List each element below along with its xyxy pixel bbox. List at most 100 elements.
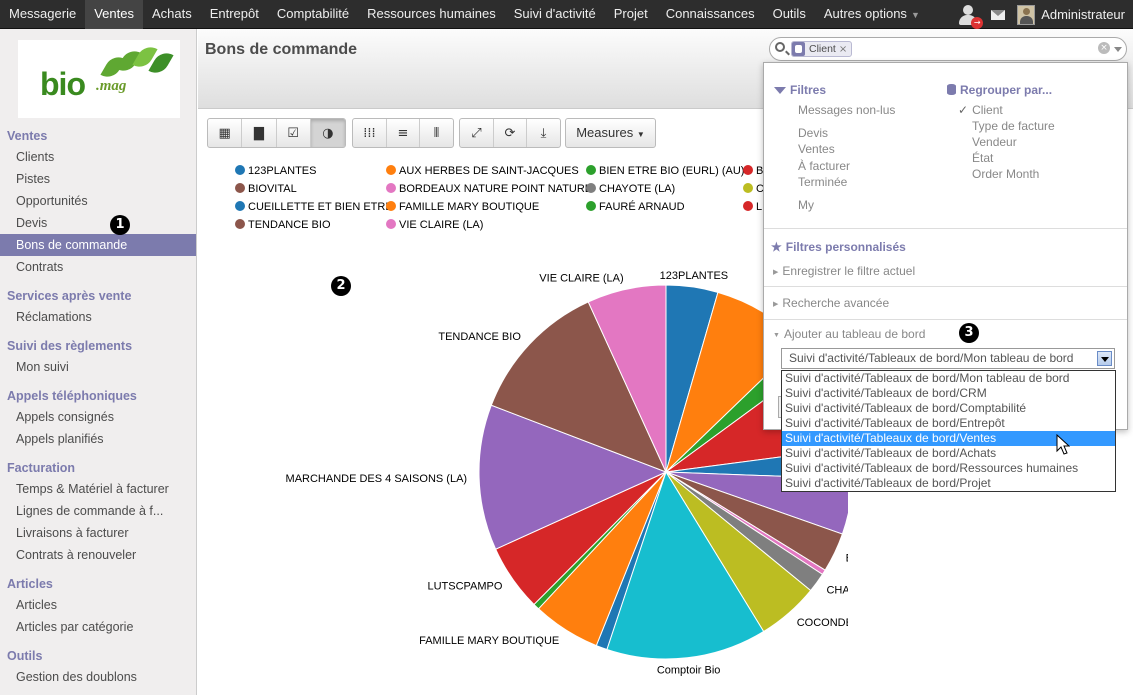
groupby-option[interactable]: Order Month bbox=[972, 167, 1039, 181]
sidebar-item[interactable]: Appels consignés bbox=[0, 406, 196, 428]
pie-slice-label: MARCHANDE DES 4 SAISONS (LA) bbox=[286, 473, 468, 485]
dashboard-option[interactable]: Suivi d'activité/Tableaux de bord/Entrep… bbox=[782, 416, 1115, 431]
filter-option[interactable]: Devis bbox=[798, 126, 828, 140]
menu-item[interactable]: Outils bbox=[764, 0, 815, 29]
sidebar-item[interactable]: Gestion des doublons bbox=[0, 666, 196, 688]
pivot-grid-button[interactable]: ⁞⁞⁞ bbox=[353, 119, 387, 147]
legend-item[interactable]: 123PLANTES bbox=[235, 164, 316, 178]
dashboard-option[interactable]: Suivi d'activité/Tableaux de bord/Ressou… bbox=[782, 461, 1115, 476]
sidebar-item[interactable]: Devis bbox=[0, 212, 196, 234]
sidebar-item[interactable]: Contrats bbox=[0, 256, 196, 278]
pie-slice-label: 123PLANTES bbox=[660, 270, 728, 282]
sidebar-item[interactable]: Clients bbox=[0, 146, 196, 168]
pie-slice-label: BIOVITAL bbox=[846, 553, 848, 565]
legend-item[interactable]: AUX HERBES DE SAINT-JACQUES bbox=[386, 164, 579, 178]
user-status-icon[interactable]: → bbox=[957, 3, 984, 29]
filter-option[interactable]: Messages non-lus bbox=[798, 103, 895, 117]
company-logo[interactable]: bio .mag bbox=[18, 40, 180, 118]
legend-item[interactable]: CHAYOTE (LA) bbox=[586, 182, 675, 196]
sidebar-item[interactable]: Livraisons à facturer bbox=[0, 522, 196, 544]
mail-icon[interactable] bbox=[991, 9, 1006, 20]
sidebar-item[interactable]: Temps & Matériel à facturer bbox=[0, 478, 196, 500]
dashboard-option[interactable]: Suivi d'activité/Tableaux de bord/Mon ta… bbox=[782, 371, 1115, 386]
groupby-option[interactable]: ✓ Client bbox=[958, 103, 1003, 117]
nav-section-title: Appels téléphoniques bbox=[7, 389, 137, 403]
sidebar-item[interactable]: Bons de commande bbox=[0, 234, 196, 256]
nav-section: Outils Gestion des doublons bbox=[0, 646, 196, 688]
check-icon: ✓ bbox=[958, 103, 969, 117]
menu-item[interactable]: Comptabilité bbox=[268, 0, 358, 29]
sidebar-item[interactable]: Opportunités bbox=[0, 190, 196, 212]
groupby-option[interactable]: Vendeur bbox=[972, 135, 1017, 149]
filter-icon bbox=[774, 87, 786, 94]
pivot-rows-button[interactable]: ≡ bbox=[387, 119, 420, 147]
chevron-down-icon: ▼ bbox=[910, 10, 920, 20]
measures-dropdown[interactable]: Measures ▼ bbox=[565, 118, 656, 148]
swap-axis-icon[interactable]: ⟳ bbox=[494, 119, 527, 147]
admin-avatar[interactable] bbox=[1017, 4, 1036, 25]
chevron-down-icon[interactable] bbox=[1097, 351, 1112, 366]
pie-slice-label: Comptoir Bio bbox=[657, 665, 721, 677]
groupby-stack-icon bbox=[947, 84, 956, 95]
filter-option[interactable]: Terminée bbox=[798, 175, 847, 189]
menu-item[interactable]: Messagerie bbox=[0, 0, 85, 29]
clear-search-icon[interactable]: × bbox=[1098, 42, 1110, 54]
nav-section-title: Ventes bbox=[7, 129, 48, 143]
menu-item[interactable]: Ressources humaines bbox=[358, 0, 505, 29]
sidebar-item[interactable]: Contrats à renouveler bbox=[0, 544, 196, 566]
groupby-option[interactable]: Type de facture bbox=[972, 119, 1055, 133]
dashboard-option[interactable]: Suivi d'activité/Tableaux de bord/CRM bbox=[782, 386, 1115, 401]
pie-slice-label: CHAYOTE (LA) bbox=[826, 585, 848, 597]
legend-item[interactable]: C bbox=[743, 182, 764, 196]
pie-chart-button[interactable]: ◑ bbox=[310, 119, 345, 147]
menu-item[interactable]: Suivi d'activité bbox=[505, 0, 605, 29]
table-view-button[interactable]: ▦ bbox=[208, 119, 243, 147]
sidebar-item[interactable]: Lignes de commande à f... bbox=[0, 500, 196, 522]
menu-item[interactable]: Connaissances bbox=[657, 0, 764, 29]
save-filter-link[interactable]: ▶ Enregistrer le filtre actuel bbox=[773, 264, 915, 278]
dashboard-select[interactable]: Suivi d'activité/Tableaux de bord/Mon ta… bbox=[781, 348, 1115, 369]
menu-item[interactable]: Ventes bbox=[85, 0, 143, 29]
sidebar-item[interactable]: Appels planifiés bbox=[0, 428, 196, 450]
legend-dot-icon bbox=[386, 165, 396, 175]
nav-section-title: Suivi des règlements bbox=[7, 339, 133, 353]
legend-item[interactable]: BIOVITAL bbox=[235, 182, 297, 196]
dashboard-option[interactable]: Suivi d'activité/Tableaux de bord/Projet bbox=[782, 476, 1115, 491]
expand-icon[interactable]: ⤢ bbox=[460, 119, 494, 147]
nav-section: Articles Articles Articles par catégorie bbox=[0, 574, 196, 638]
legend-dot-icon bbox=[586, 183, 596, 193]
add-to-dashboard-link[interactable]: ▼ Ajouter au tableau de bord bbox=[773, 327, 925, 341]
filter-option[interactable]: My bbox=[798, 198, 814, 212]
legend-item[interactable]: BORDEAUX NATURE POINT NATURE bbox=[386, 182, 592, 196]
checkbox-view-button[interactable]: ☑ bbox=[277, 119, 311, 147]
groupby-option[interactable]: État bbox=[972, 151, 993, 165]
legend-item[interactable]: B bbox=[743, 164, 763, 178]
sidebar-item[interactable]: Mon suivi bbox=[0, 356, 196, 378]
nav-section: Facturation Temps & Matériel à facturer Li… bbox=[0, 458, 196, 566]
search-facet[interactable]: Client × bbox=[791, 41, 853, 57]
sidebar-item[interactable]: Pistes bbox=[0, 168, 196, 190]
user-name[interactable]: Administrateur bbox=[1041, 7, 1125, 22]
custom-filters-title: ★ Filtres personnalisés bbox=[771, 240, 906, 254]
legend-dot-icon bbox=[386, 183, 396, 193]
dashboard-option[interactable]: Suivi d'activité/Tableaux de bord/Compta… bbox=[782, 401, 1115, 416]
pivot-cols-button[interactable]: ⦀ bbox=[420, 119, 453, 147]
sidebar-item[interactable]: Articles bbox=[0, 594, 196, 616]
sidebar-item[interactable]: Réclamations bbox=[0, 306, 196, 328]
nav-section: Services après vente Réclamations bbox=[0, 286, 196, 328]
menu-item[interactable]: Projet bbox=[605, 0, 657, 29]
advanced-search-link[interactable]: ▶ Recherche avancée bbox=[773, 296, 889, 310]
nav-section: Suivi des règlements Mon suivi bbox=[0, 336, 196, 378]
menu-item[interactable]: Achats bbox=[143, 0, 201, 29]
menu-item[interactable]: Entrepôt bbox=[201, 0, 268, 29]
bar-chart-button[interactable]: ▇ bbox=[242, 119, 277, 147]
search-box[interactable]: Client × × bbox=[769, 37, 1127, 61]
close-icon[interactable]: × bbox=[839, 44, 847, 55]
search-dropdown-toggle[interactable] bbox=[1114, 47, 1122, 52]
filter-option[interactable]: Ventes bbox=[798, 142, 835, 156]
sidebar-item[interactable]: Articles par catégorie bbox=[0, 616, 196, 638]
download-icon[interactable]: ⤓ bbox=[527, 119, 560, 147]
filter-option[interactable]: À facturer bbox=[798, 159, 850, 173]
legend-item[interactable]: BIEN ETRE BIO (EURL) (AU) bbox=[586, 164, 744, 178]
menu-item[interactable]: Autres options ▼ bbox=[815, 0, 929, 29]
